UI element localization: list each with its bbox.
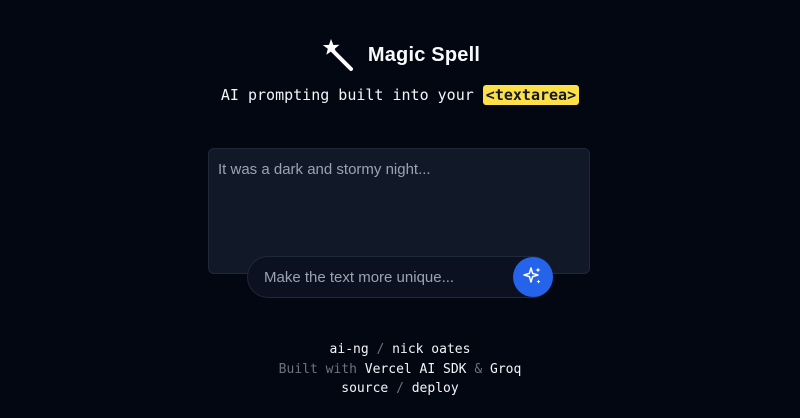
separator: / — [388, 381, 412, 396]
nick-oates-link[interactable]: nick oates — [392, 342, 470, 357]
generate-button[interactable] — [513, 257, 553, 297]
magic-wand-icon — [320, 38, 354, 72]
tagline-text: AI prompting built into your — [220, 86, 474, 104]
header: Magic Spell — [0, 38, 800, 72]
ai-ng-link[interactable]: ai-ng — [330, 342, 369, 357]
footer-links: source / deploy — [0, 379, 800, 399]
prompt-bar — [247, 256, 553, 298]
ampersand: & — [466, 361, 490, 377]
built-with-text: Built with — [278, 361, 365, 377]
footer: ai-ng / nick oates Built with Vercel AI … — [0, 340, 800, 399]
footer-built-with: Built with Vercel AI SDK & Groq — [0, 360, 800, 380]
sparkles-icon — [523, 266, 543, 289]
tagline: AI prompting built into your <textarea> — [0, 85, 800, 105]
textarea-code-badge: <textarea> — [482, 85, 580, 105]
deploy-link[interactable]: deploy — [412, 381, 459, 396]
source-link[interactable]: source — [341, 381, 388, 396]
app-title: Magic Spell — [367, 43, 481, 66]
prompt-input[interactable] — [248, 257, 552, 297]
page: Magic Spell AI prompting built into your… — [0, 0, 800, 418]
vercel-ai-sdk-link[interactable]: Vercel AI SDK — [365, 362, 467, 377]
footer-credits: ai-ng / nick oates — [0, 340, 800, 360]
separator: / — [368, 342, 393, 357]
groq-link[interactable]: Groq — [490, 362, 521, 377]
